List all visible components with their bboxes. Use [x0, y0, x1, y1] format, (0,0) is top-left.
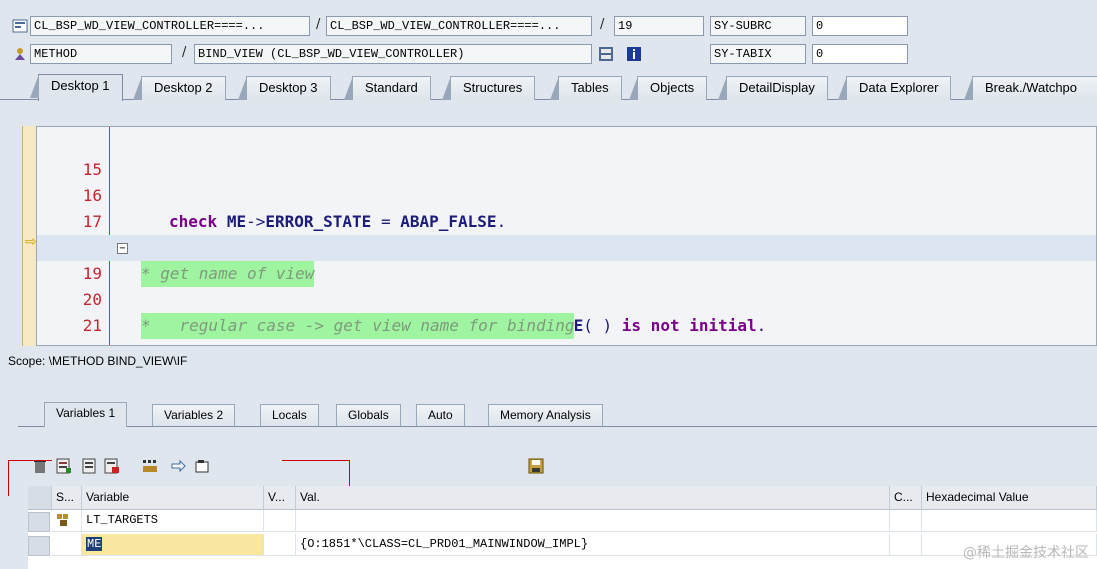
tab-desktop-1[interactable]: Desktop 1 [30, 74, 123, 101]
column-header-change[interactable]: C... [890, 486, 922, 510]
code-line[interactable]: 18 * get name of view [37, 209, 1096, 287]
header-slash: / [316, 17, 321, 32]
table-cell-value[interactable] [296, 510, 890, 532]
variables-tabs-underline [18, 426, 1097, 427]
header-row-event: METHOD / BIND_VIEW (CL_BSP_WD_VIEW_CONTR… [0, 44, 1097, 66]
debugger-header: CL_BSP_WD_VIEW_CONTROLLER====... / CL_BS… [0, 0, 1097, 74]
method-icon [15, 48, 25, 60]
table-cell-hex [922, 510, 1097, 532]
header-slash: / [600, 17, 605, 32]
table-cell-value[interactable]: {O:1851*\CLASS=CL_PRD01_MAINWINDOW_IMPL} [296, 534, 890, 556]
event-type-field[interactable]: METHOD [30, 44, 172, 64]
table-cell-status [52, 534, 82, 556]
code-line[interactable]: 17 [37, 183, 1096, 231]
variables-tabs: Variables 1 Variables 2 Locals Globals A… [36, 402, 636, 427]
tab-desktop-3[interactable]: Desktop 3 [238, 76, 331, 100]
row-selector-header[interactable] [28, 486, 52, 510]
header-row-program: CL_BSP_WD_VIEW_CONTROLLER====... / CL_BS… [0, 16, 1097, 38]
save-variables-icon[interactable] [104, 458, 120, 474]
save-icon[interactable] [528, 458, 544, 474]
program-icon [12, 19, 28, 33]
code-line[interactable]: 22 LV_VIEW2BIND_ID = REP_VIEW->GET_VIEWI… [37, 313, 1096, 345]
tab-variables-1[interactable]: Variables 1 [44, 402, 128, 427]
code-line-current[interactable]: 19 − if REP_VIEW is bound and REP_VIEW->… [37, 235, 1096, 335]
column-header-value-type[interactable]: V... [264, 486, 296, 510]
line-number: 22 [37, 339, 105, 345]
folder-icon[interactable] [194, 458, 210, 474]
tab-memory-analysis[interactable]: Memory Analysis [488, 404, 603, 426]
event-name-field[interactable]: BIND_VIEW (CL_BSP_WD_VIEW_CONTROLLER) [194, 44, 592, 64]
annotation-line [8, 460, 52, 461]
table-cell-value-type [264, 510, 296, 532]
table-cell-variable[interactable]: LT_TARGETS [82, 510, 264, 532]
tab-auto[interactable]: Auto [416, 404, 465, 426]
display-source-icon[interactable] [598, 46, 614, 62]
tab-structures[interactable]: Structures [441, 76, 536, 100]
watermark: @稀土掘金技术社区 [963, 545, 1089, 561]
tab-objects[interactable]: Objects [628, 76, 708, 100]
tab-locals[interactable]: Locals [260, 404, 319, 426]
table-cell-variable[interactable]: ME [82, 534, 264, 556]
include-field[interactable]: CL_BSP_WD_VIEW_CONTROLLER====... [326, 16, 592, 36]
sysubrc-value[interactable]: 0 [812, 16, 908, 36]
code-text: LV_VIEW2BIND = REP_VIEW->GET_NAME( ). [197, 339, 553, 345]
structure-icon[interactable] [142, 458, 158, 474]
table-cell-change [890, 510, 922, 532]
fold-collapse-icon[interactable]: − [117, 243, 128, 254]
column-header-status[interactable]: S... [52, 486, 82, 510]
program-field[interactable]: CL_BSP_WD_VIEW_CONTROLLER====... [30, 16, 310, 36]
sytabix-label: SY-TABIX [710, 44, 806, 64]
desktop-tabs: Desktop 1 Desktop 2 Desktop 3 Standard S… [0, 74, 1097, 101]
header-slash: / [182, 45, 187, 60]
current-line-arrow-icon: ⇨ [25, 234, 37, 250]
variables-table: S... Variable V... Val. C... Hexadecimal… [28, 486, 1097, 569]
table-view-icon[interactable] [82, 458, 98, 474]
navigate-icon[interactable] [170, 458, 186, 474]
tab-detaildisplay[interactable]: DetailDisplay [718, 76, 828, 100]
insert-row-icon[interactable] [56, 458, 72, 474]
info-icon[interactable] [626, 46, 642, 62]
tab-data-explorer[interactable]: Data Explorer [837, 76, 952, 100]
tab-globals[interactable]: Globals [336, 404, 401, 426]
column-header-value[interactable]: Val. [296, 486, 890, 510]
tab-standard[interactable]: Standard [344, 76, 431, 100]
code-line[interactable]: 16 check ME->ERROR_STATE = ABAP_FALSE. [37, 157, 1096, 231]
column-header-variable[interactable]: Variable [82, 486, 264, 510]
code-line[interactable]: 20 * regular case -> get view name for b… [37, 261, 1096, 339]
tab-variables-2[interactable]: Variables 2 [152, 404, 236, 426]
scope-label: Scope: \METHOD BIND_VIEW\IF [8, 354, 188, 368]
tab-breakpoints-watchpoints[interactable]: Break./Watchpo [964, 76, 1097, 100]
code-line[interactable]: 15 [37, 131, 1096, 179]
row-selector[interactable] [28, 536, 50, 556]
annotation-line [8, 460, 9, 496]
source-code-editor[interactable]: 15 16 check ME->ERROR_STATE = ABAP_FALSE… [36, 126, 1097, 346]
selected-variable-text: ME [86, 537, 103, 551]
annotation-line [282, 460, 350, 461]
table-cell-value-type [264, 534, 296, 556]
code-line[interactable]: 21 LV_VIEW2BIND = REP_VIEW->GET_NAME( ). [37, 287, 1096, 345]
sysubrc-label: SY-SUBRC [710, 16, 806, 36]
sytabix-value[interactable]: 0 [812, 44, 908, 64]
table-cell-change [890, 534, 922, 556]
internal-table-icon [57, 514, 68, 526]
row-selector[interactable] [28, 512, 50, 532]
table-cell-status [52, 510, 82, 532]
tab-tables[interactable]: Tables [550, 76, 622, 100]
column-header-hex-value[interactable]: Hexadecimal Value [922, 486, 1097, 510]
line-field[interactable]: 19 [614, 16, 704, 36]
tab-desktop-2[interactable]: Desktop 2 [133, 76, 226, 100]
